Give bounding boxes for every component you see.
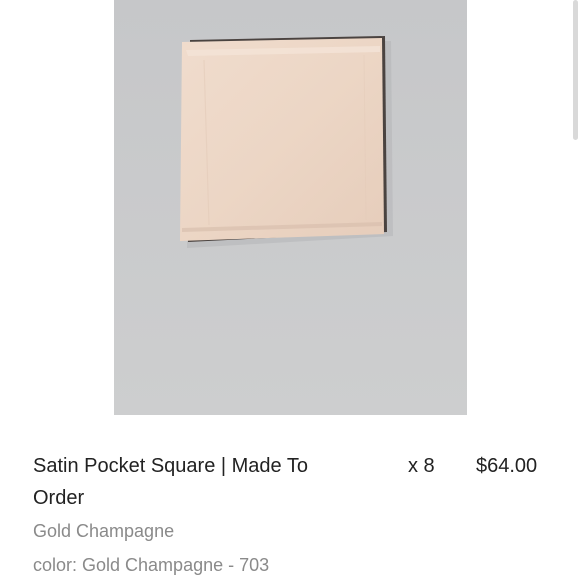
product-title[interactable]: Satin Pocket Square | Made To Order	[33, 450, 353, 514]
scrollbar[interactable]	[573, 0, 578, 140]
price-label: $64.00	[476, 455, 538, 477]
variant-label: Gold Champagne	[33, 521, 175, 541]
quantity-label: x 8	[408, 455, 435, 477]
cart-page: Satin Pocket Square | Made To Order x 8 …	[0, 0, 580, 580]
pocket-square-fabric	[180, 38, 384, 241]
product-image[interactable]	[114, 0, 467, 415]
option-label: color: Gold Champagne - 703	[33, 555, 270, 575]
pocket-square-illustration	[114, 0, 467, 415]
